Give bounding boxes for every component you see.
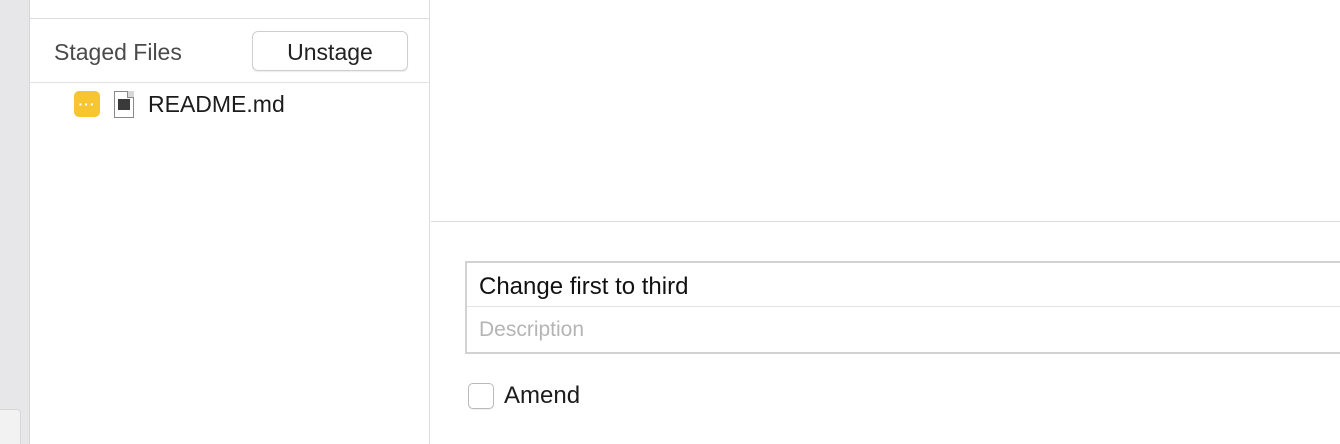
divider <box>431 221 1340 222</box>
amend-option: Amend <box>468 382 580 410</box>
gutter-tab[interactable] <box>0 409 21 444</box>
modified-status-icon: ··· <box>74 91 100 117</box>
left-gutter <box>0 0 30 444</box>
app-window: Staged Files Unstage ··· README.md Chang… <box>0 0 1340 444</box>
main-panel: Change first to third Description Amend <box>431 0 1340 444</box>
file-name: README.md <box>148 90 285 117</box>
staged-files-title: Staged Files <box>54 39 182 65</box>
amend-checkbox[interactable] <box>468 383 494 409</box>
document-icon <box>114 90 134 118</box>
commit-description-input[interactable]: Description <box>467 308 1340 352</box>
unstage-button[interactable]: Unstage <box>252 31 408 71</box>
sidebar: Staged Files Unstage ··· README.md <box>30 0 430 444</box>
commit-message-box: Change first to third Description <box>465 261 1340 354</box>
commit-summary-input[interactable]: Change first to third <box>467 263 1340 307</box>
staged-files-header: Staged Files Unstage <box>30 19 430 83</box>
amend-label[interactable]: Amend <box>504 382 580 410</box>
staged-file-row[interactable]: ··· README.md <box>74 88 285 120</box>
